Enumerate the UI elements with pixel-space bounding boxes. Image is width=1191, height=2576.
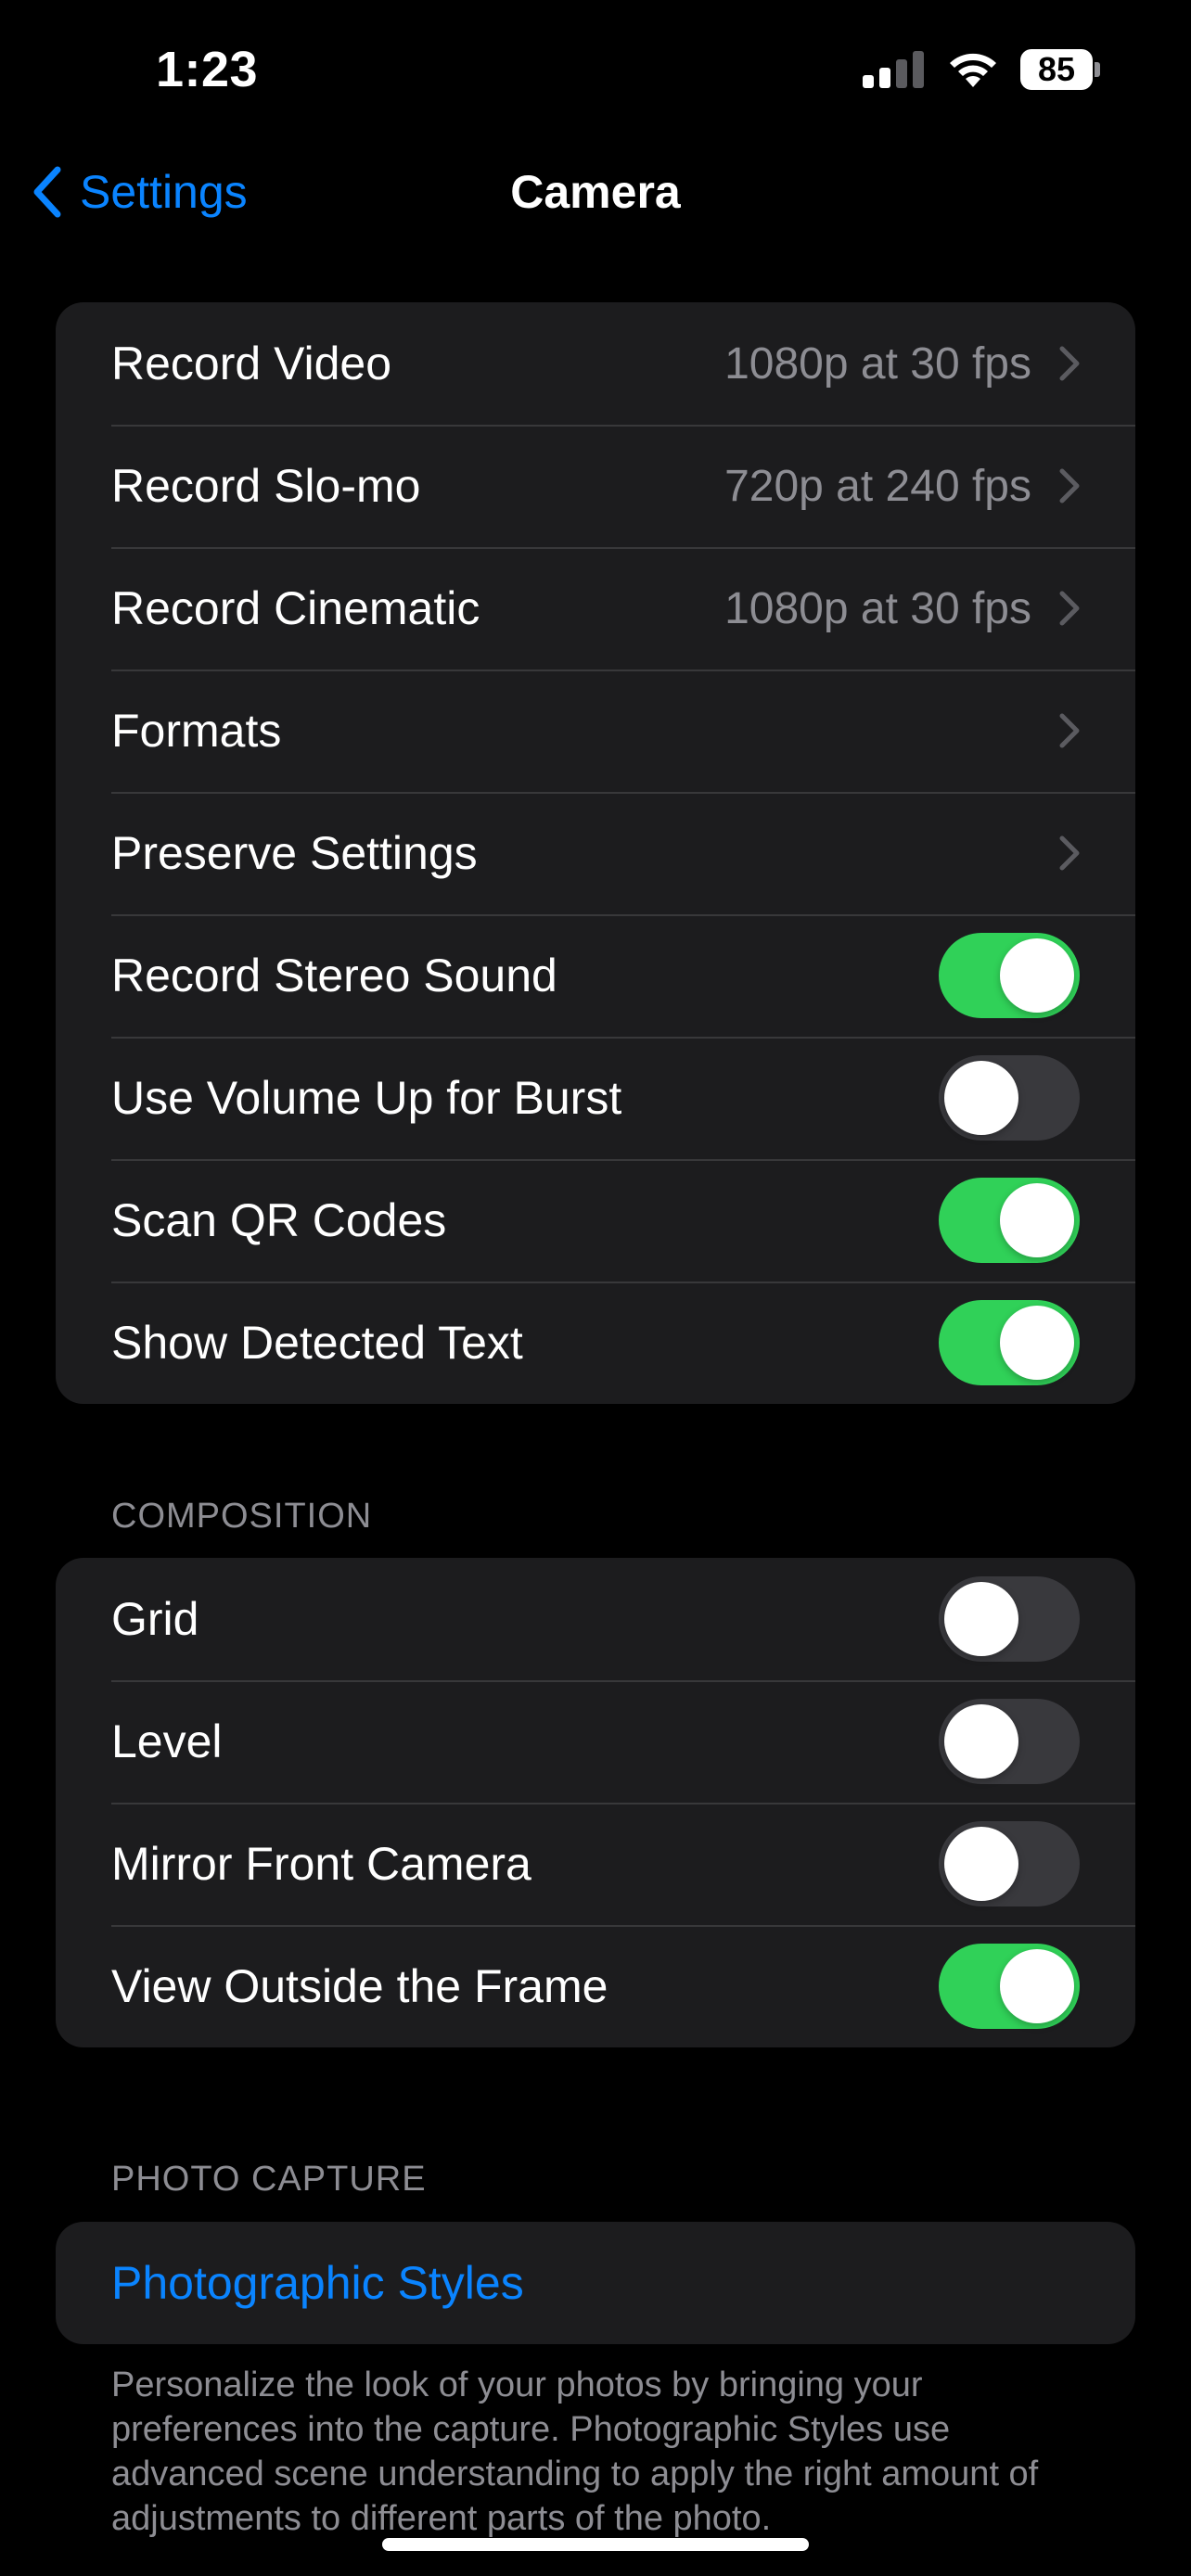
volume-up-burst-row: Use Volume Up for Burst xyxy=(56,1037,1135,1159)
row-label: Grid xyxy=(111,1593,199,1645)
back-button[interactable]: Settings xyxy=(32,161,248,223)
photo-capture-header: PHOTO CAPTURE xyxy=(111,2160,427,2199)
row-label: View Outside the Frame xyxy=(111,1960,608,2012)
row-label: Record Slo-mo xyxy=(111,460,421,512)
record-slo-mo-row[interactable]: Record Slo-mo 720p at 240 fps xyxy=(56,425,1135,547)
row-value: 1080p at 30 fps xyxy=(724,583,1031,633)
preserve-settings-row[interactable]: Preserve Settings xyxy=(56,792,1135,914)
row-label: Preserve Settings xyxy=(111,827,478,879)
view-outside-frame-row: View Outside the Frame xyxy=(56,1925,1135,2047)
status-icons: 85 xyxy=(863,45,1100,95)
wifi-icon xyxy=(950,53,996,87)
record-cinematic-row[interactable]: Record Cinematic 1080p at 30 fps xyxy=(56,547,1135,670)
row-label: Level xyxy=(111,1715,223,1767)
status-bar: 1:23 85 xyxy=(0,0,1191,139)
level-row: Level xyxy=(56,1680,1135,1803)
toggle-knob xyxy=(944,1704,1018,1779)
chevron-right-icon xyxy=(1059,835,1080,871)
chevron-right-icon xyxy=(1059,468,1080,504)
grid-toggle[interactable] xyxy=(939,1576,1080,1662)
show-detected-text-toggle[interactable] xyxy=(939,1300,1080,1385)
toggle-knob xyxy=(944,1061,1018,1135)
mirror-front-camera-toggle[interactable] xyxy=(939,1821,1080,1906)
view-outside-frame-toggle[interactable] xyxy=(939,1944,1080,2029)
nav-bar: Settings Camera xyxy=(0,139,1191,247)
row-label: Record Stereo Sound xyxy=(111,950,557,1001)
formats-row[interactable]: Formats xyxy=(56,670,1135,792)
mirror-front-camera-row: Mirror Front Camera xyxy=(56,1803,1135,1925)
signal-icon xyxy=(863,51,924,88)
chevron-right-icon xyxy=(1059,591,1080,626)
grid-row: Grid xyxy=(56,1558,1135,1680)
battery-cap xyxy=(1095,62,1100,77)
row-value: 1080p at 30 fps xyxy=(724,338,1031,389)
photographic-styles-link[interactable]: Photographic Styles xyxy=(111,2256,1080,2310)
camera-settings-group: Record Video 1080p at 30 fps Record Slo-… xyxy=(56,302,1135,1404)
toggle-knob xyxy=(944,1582,1018,1656)
home-indicator[interactable] xyxy=(382,2538,809,2551)
row-label: Record Video xyxy=(111,338,392,389)
composition-group: Grid Level Mirror Front Camera View Outs… xyxy=(56,1558,1135,2047)
battery-level: 85 xyxy=(1020,49,1093,90)
chevron-left-icon xyxy=(33,166,61,218)
row-label: Record Cinematic xyxy=(111,582,480,634)
scan-qr-codes-toggle[interactable] xyxy=(939,1178,1080,1263)
back-button-label: Settings xyxy=(80,166,248,218)
chevron-right-icon xyxy=(1059,713,1080,748)
battery-icon: 85 xyxy=(1020,49,1100,90)
row-label: Use Volume Up for Burst xyxy=(111,1072,622,1124)
toggle-knob xyxy=(1000,1306,1074,1380)
level-toggle[interactable] xyxy=(939,1699,1080,1784)
composition-header: COMPOSITION xyxy=(111,1497,373,1536)
record-video-row[interactable]: Record Video 1080p at 30 fps xyxy=(56,302,1135,425)
toggle-knob xyxy=(1000,1183,1074,1257)
record-stereo-sound-row: Record Stereo Sound xyxy=(56,914,1135,1037)
toggle-knob xyxy=(944,1827,1018,1901)
status-time: 1:23 xyxy=(156,42,259,97)
row-label: Scan QR Codes xyxy=(111,1194,447,1246)
row-value: 720p at 240 fps xyxy=(724,461,1031,511)
show-detected-text-row: Show Detected Text xyxy=(56,1282,1135,1404)
chevron-right-icon xyxy=(1059,346,1080,381)
record-stereo-sound-toggle[interactable] xyxy=(939,933,1080,1018)
volume-up-burst-toggle[interactable] xyxy=(939,1055,1080,1141)
scan-qr-codes-row: Scan QR Codes xyxy=(56,1159,1135,1282)
toggle-knob xyxy=(1000,1949,1074,2023)
toggle-knob xyxy=(1000,938,1074,1013)
row-label: Show Detected Text xyxy=(111,1317,523,1369)
photo-capture-footer: Personalize the look of your photos by b… xyxy=(111,2366,1039,2538)
row-label: Mirror Front Camera xyxy=(111,1838,531,1890)
photo-capture-group: Photographic Styles xyxy=(56,2222,1135,2344)
row-label: Formats xyxy=(111,705,282,757)
photographic-styles-row[interactable]: Photographic Styles xyxy=(56,2222,1135,2344)
